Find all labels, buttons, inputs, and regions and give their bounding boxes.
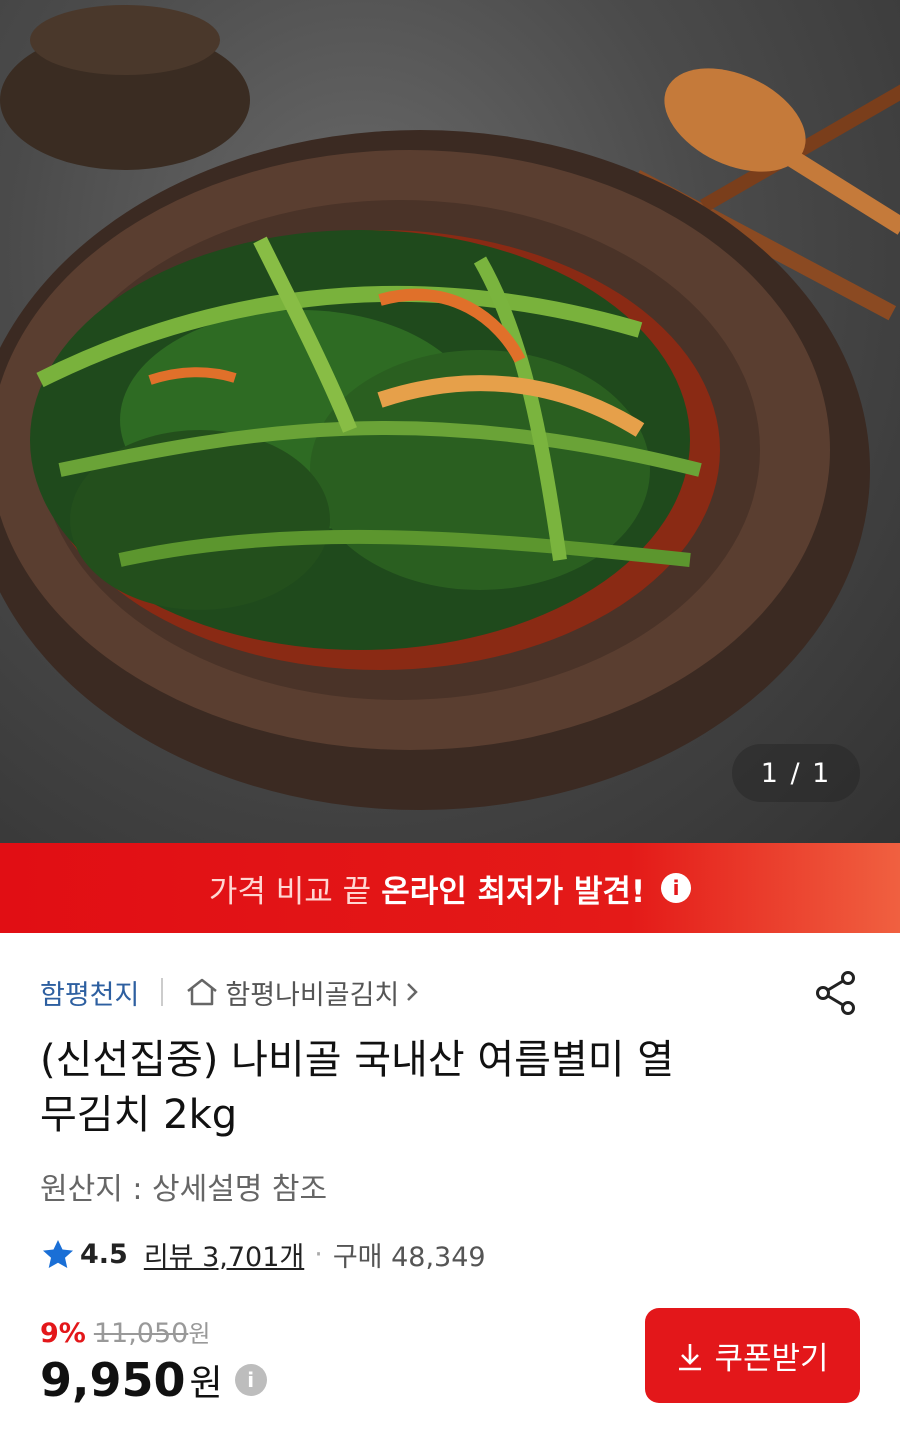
banner-text-light: 가격 비교 끝 bbox=[208, 873, 372, 910]
lowest-price-banner[interactable]: 가격 비교 끝 온라인 최저가 발견! i bbox=[0, 843, 900, 933]
product-title-line2: 무김치 2kg bbox=[40, 1092, 238, 1138]
home-icon bbox=[187, 978, 218, 1006]
share-button[interactable] bbox=[814, 970, 860, 1023]
origin-text: 원산지 : 상세설명 참조 bbox=[40, 1172, 328, 1207]
divider bbox=[161, 978, 164, 1006]
original-price-unit: 원 bbox=[188, 1320, 211, 1348]
final-price: 9,950 bbox=[40, 1353, 186, 1407]
share-icon bbox=[816, 971, 855, 1015]
seller-row: 함평천지 함평나비골김치 bbox=[40, 971, 860, 1015]
download-icon bbox=[679, 1343, 702, 1370]
product-title-line1: (신선집중) 나비골 국내산 여름별미 열 bbox=[40, 1037, 675, 1083]
coupon-label: 쿠폰받기 bbox=[714, 1341, 829, 1377]
star-icon bbox=[43, 1240, 73, 1268]
original-price: 11,050 bbox=[93, 1318, 189, 1349]
price-block: 9% 11,050원 9,950 원 i bbox=[40, 1314, 267, 1407]
review-link[interactable]: 리뷰 3,701개 bbox=[144, 1235, 304, 1274]
image-counter: 1 / 1 bbox=[732, 744, 860, 802]
price-info-icon[interactable]: i bbox=[234, 1364, 267, 1396]
separator-dot: · bbox=[314, 1238, 323, 1270]
rating-row: 4.5 리뷰 3,701개 · 구매 48,349 bbox=[42, 1234, 486, 1274]
banner-text-bold: 온라인 최저가 발견! bbox=[381, 873, 646, 910]
chevron-right-icon bbox=[407, 983, 419, 1001]
shop-link[interactable]: 함평나비골김치 bbox=[185, 973, 419, 1012]
info-icon[interactable]: i bbox=[661, 873, 692, 903]
rating-score: 4.5 bbox=[80, 1238, 128, 1270]
discount-rate: 9% bbox=[40, 1318, 86, 1349]
store-name[interactable]: 함평천지 bbox=[40, 973, 139, 1012]
product-image-gallery[interactable]: 1 / 1 bbox=[0, 0, 900, 843]
coupon-button[interactable]: 쿠폰받기 bbox=[645, 1308, 860, 1403]
purchase-count: 구매 48,349 bbox=[332, 1241, 486, 1273]
final-price-unit: 원 bbox=[189, 1363, 223, 1404]
shop-link-label: 함평나비골김치 bbox=[225, 979, 400, 1011]
product-title: (신선집중) 나비골 국내산 여름별미 열 무김치 2kg bbox=[40, 1033, 840, 1143]
product-photo bbox=[0, 5, 900, 810]
